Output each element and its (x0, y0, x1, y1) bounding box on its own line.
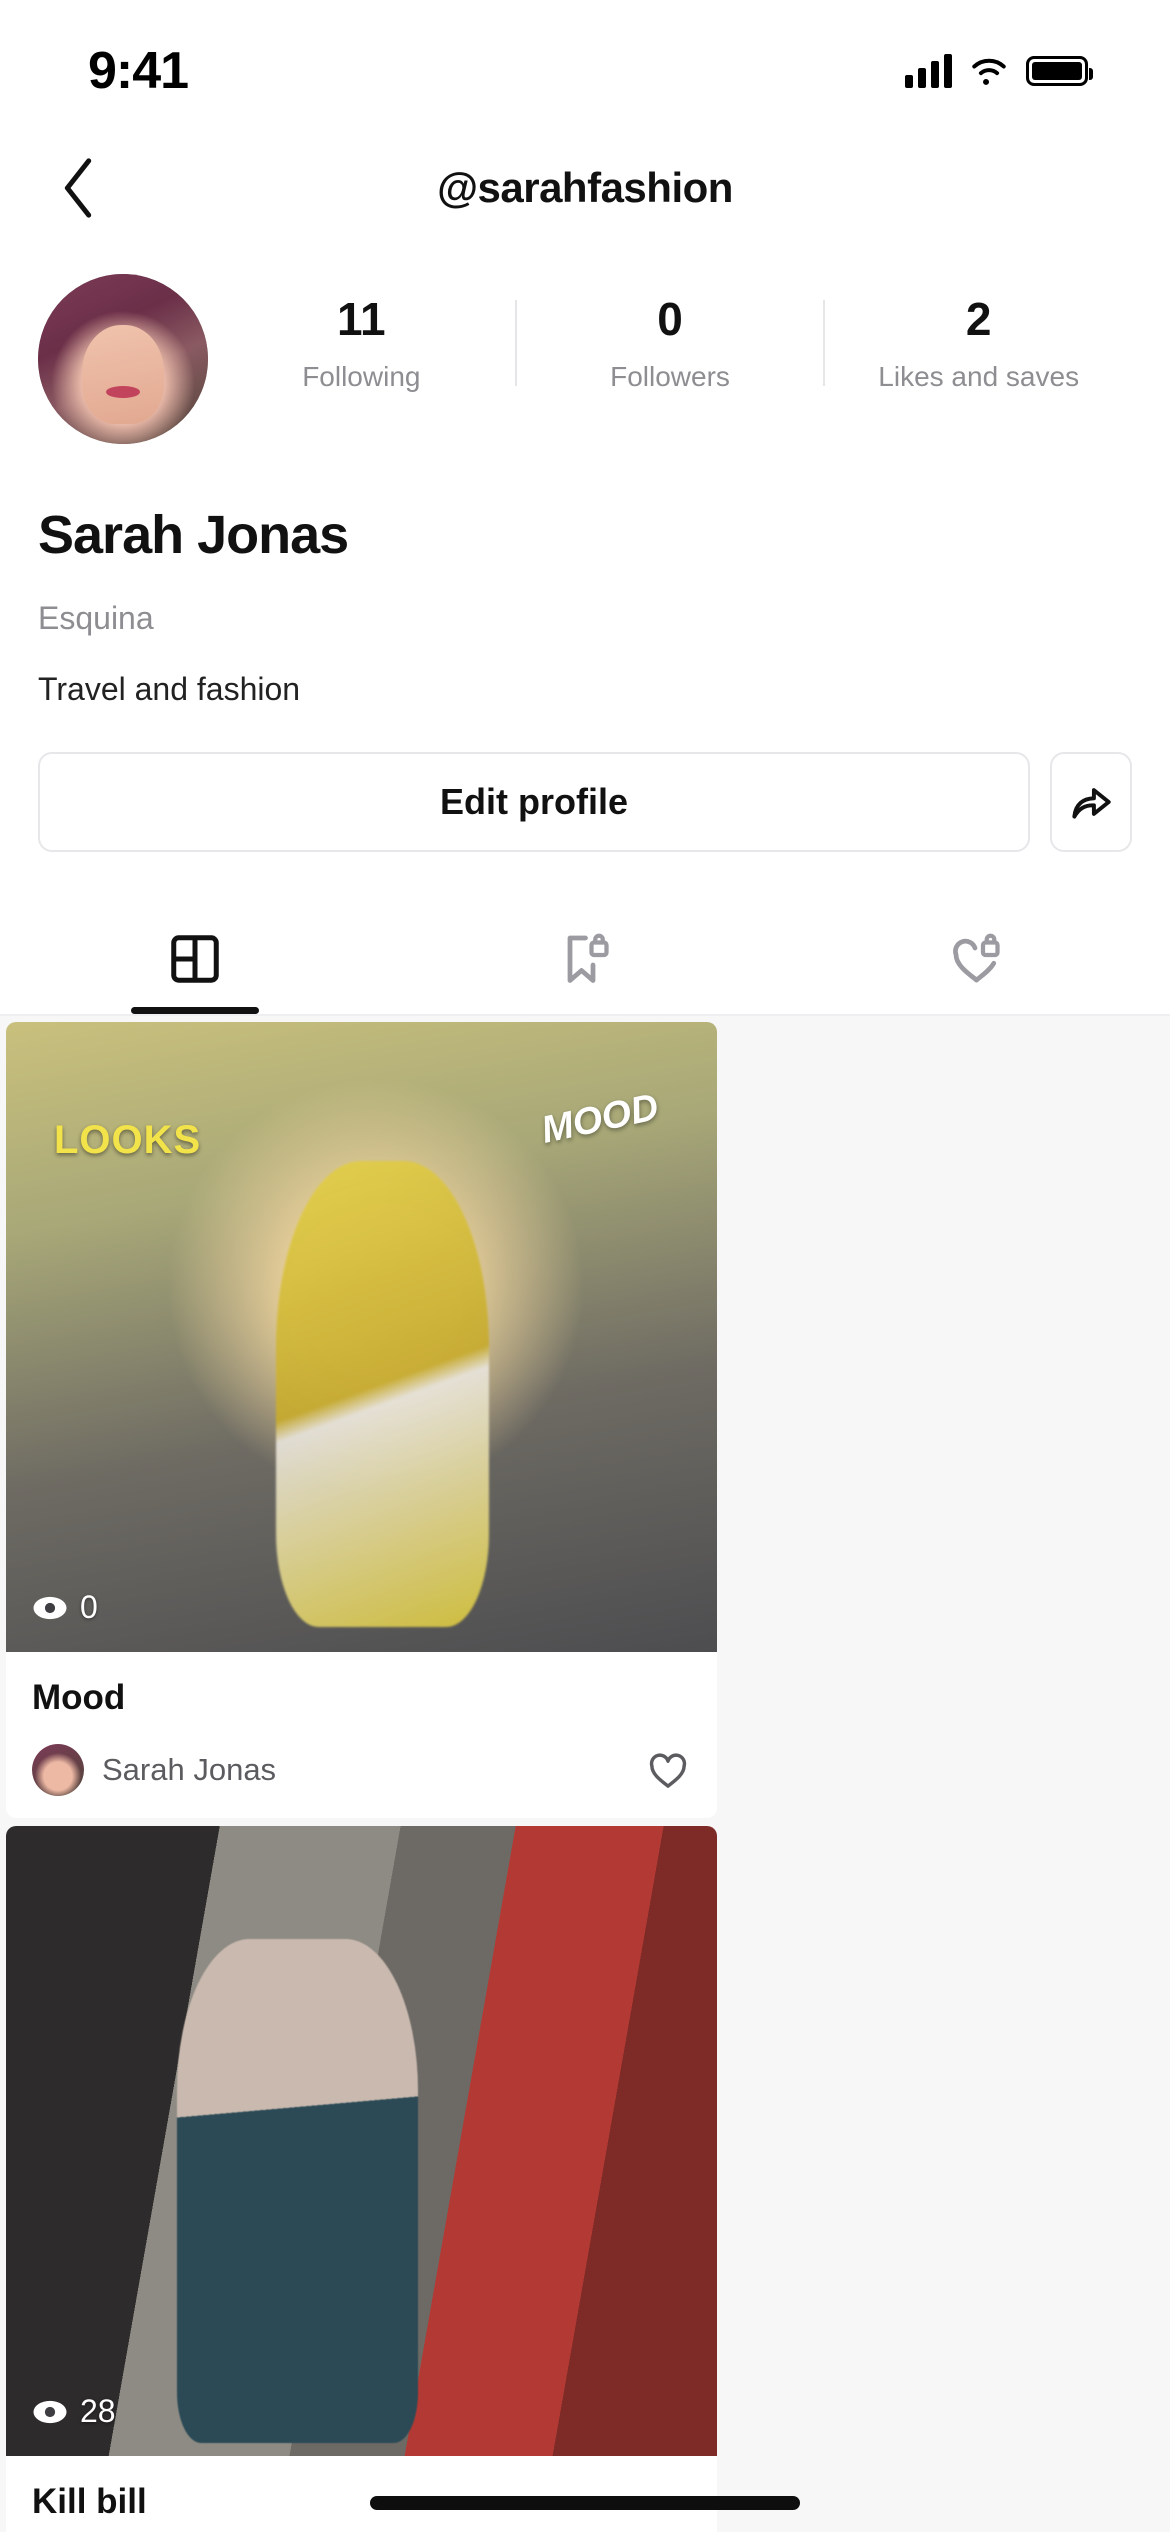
cellular-signal-icon (905, 54, 952, 88)
home-indicator (370, 2496, 800, 2510)
status-icons (905, 54, 1093, 88)
author-avatar[interactable] (32, 1744, 84, 1796)
stat-value: 11 (337, 293, 386, 345)
stat-label: Followers (610, 361, 730, 393)
post-thumbnail[interactable]: 28 (6, 1826, 717, 2456)
battery-icon (1026, 56, 1093, 86)
view-count: 0 (32, 1589, 98, 1626)
back-button[interactable] (44, 153, 114, 223)
share-arrow-icon (1072, 788, 1111, 819)
post-card[interactable]: LOOKS MOOD 0 Mood Sarah Jonas (6, 1022, 717, 1818)
eye-icon (33, 1596, 67, 1619)
stat-label: Likes and saves (878, 361, 1080, 393)
tab-liked[interactable] (780, 904, 1170, 1014)
view-count: 28 (32, 2393, 116, 2430)
wifi-icon (972, 58, 1006, 85)
stat-likes-and-saves[interactable]: 2 Likes and saves (825, 292, 1132, 393)
grid-layout-icon (171, 935, 219, 983)
chevron-left-icon (64, 158, 92, 218)
display-name: Sarah Jonas (38, 505, 349, 565)
active-tab-indicator (131, 1007, 259, 1014)
status-time: 9:41 (88, 42, 189, 100)
page-title: @sarahfashion (437, 164, 733, 211)
tab-grid[interactable] (0, 904, 390, 1014)
profile-header: 11 Following 0 Followers 2 Likes and sav… (0, 234, 1170, 444)
post-author-row: Sarah Jonas (32, 1744, 691, 1796)
status-bar: 9:41 (0, 0, 1170, 142)
stat-value: 0 (657, 293, 683, 345)
post-image (6, 1826, 717, 2456)
post-info: Mood Sarah Jonas (6, 1652, 717, 1818)
avatar[interactable] (38, 274, 208, 444)
post-info: Kill bill Sarah Jonas (6, 2456, 717, 2532)
phone-screen: 9:41 @sarahfashion 11 Following 0 Follow… (0, 0, 1170, 2532)
stat-following[interactable]: 11 Following (208, 292, 515, 393)
post-card[interactable]: 28 Kill bill Sarah Jonas (6, 1826, 717, 2532)
heart-outline-icon[interactable] (645, 1747, 691, 1793)
nav-header: @sarahfashion (0, 142, 1170, 234)
profile-tabs (0, 904, 1170, 1014)
view-count-value: 0 (80, 1589, 98, 1625)
edit-profile-button[interactable]: Edit profile (38, 752, 1030, 852)
author-name: Sarah Jonas (102, 1752, 277, 1787)
post-overlay-looks: LOOKS (54, 1118, 202, 1162)
post-title: Mood (32, 1678, 126, 1717)
stat-followers[interactable]: 0 Followers (517, 292, 824, 393)
tab-saved[interactable] (390, 904, 780, 1014)
profile-stats: 11 Following 0 Followers 2 Likes and sav… (208, 274, 1132, 393)
profile-actions: Edit profile (0, 708, 1170, 852)
view-count-value: 28 (80, 2393, 116, 2429)
stat-value: 2 (965, 293, 992, 345)
bookmark-lock-icon (567, 933, 609, 983)
share-profile-button[interactable] (1050, 752, 1132, 852)
post-thumbnail[interactable]: LOOKS MOOD 0 (6, 1022, 717, 1652)
stat-label: Following (302, 361, 421, 393)
heart-lock-icon (953, 933, 1000, 983)
eye-icon (33, 2400, 67, 2423)
profile-bio: Travel and fashion (38, 671, 301, 707)
profile-location: Esquina (38, 600, 154, 636)
post-grid: LOOKS MOOD 0 Mood Sarah Jonas 28 Kill bi… (0, 1016, 1170, 2532)
